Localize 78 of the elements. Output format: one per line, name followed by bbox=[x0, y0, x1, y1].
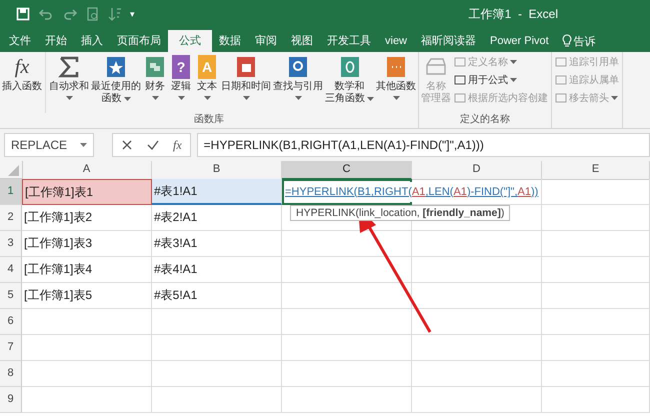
ribbon-menu-button[interactable]: 用于公式 bbox=[454, 73, 548, 87]
row-header[interactable]: 5 bbox=[0, 283, 22, 309]
row-header[interactable]: 1 bbox=[0, 179, 22, 205]
insert-function-button[interactable]: fx bbox=[173, 138, 182, 152]
small-tool-icon bbox=[555, 92, 567, 104]
ribbon-tab[interactable]: view bbox=[378, 30, 414, 52]
ribbon-tab[interactable]: 福昕阅读器 bbox=[414, 30, 484, 52]
ribbon-button[interactable]: A 文本 bbox=[194, 52, 220, 113]
small-tool-icon bbox=[454, 56, 466, 68]
star-book-icon bbox=[104, 55, 128, 79]
table-cell: #表5!A1 bbox=[152, 283, 282, 309]
letter-book-icon: A bbox=[198, 55, 216, 79]
column-header[interactable]: D bbox=[412, 161, 542, 180]
undo-icon[interactable] bbox=[38, 7, 54, 21]
ribbon-button[interactable]: 查找与引用 bbox=[272, 52, 324, 113]
row-header[interactable]: 2 bbox=[0, 205, 22, 231]
ribbon-tab[interactable]: 视图 bbox=[284, 30, 320, 52]
active-cell[interactable] bbox=[282, 179, 412, 205]
table-cell: #表1!A1 bbox=[152, 179, 282, 205]
ribbon-tab[interactable]: 开发工具 bbox=[320, 30, 378, 52]
small-tool-icon bbox=[555, 74, 567, 86]
function-tooltip: HYPERLINK(link_location, [friendly_name]) bbox=[290, 205, 510, 221]
ribbon-button[interactable]: ? 逻辑 bbox=[168, 52, 194, 113]
ribbon-button[interactable]: 数学和 三角函数 bbox=[324, 52, 375, 113]
ribbon-tab[interactable]: Power Pivot bbox=[483, 30, 556, 52]
ribbon-button[interactable]: 其他函数 bbox=[375, 52, 417, 113]
row-header[interactable]: 4 bbox=[0, 257, 22, 283]
row-header[interactable]: 6 bbox=[0, 309, 22, 335]
column-header[interactable]: E bbox=[542, 161, 650, 180]
print-preview-icon[interactable] bbox=[86, 7, 100, 21]
formula-field[interactable]: =HYPERLINK(B1,RIGHT(A1,LEN(A1)-FIND("]",A1))) bbox=[196, 133, 650, 157]
table-cell: #表2!A1 bbox=[152, 205, 282, 231]
table-cell: #表3!A1 bbox=[152, 231, 282, 257]
table-cell: [工作簿1]表5 bbox=[22, 283, 152, 309]
sigma-icon bbox=[57, 55, 81, 79]
dots-book-icon bbox=[384, 55, 408, 79]
lightbulb-icon bbox=[562, 34, 572, 48]
table-cell: [工作簿1]表2 bbox=[22, 205, 152, 231]
ribbon-button[interactable]: 财务 bbox=[142, 52, 168, 113]
redo-icon[interactable] bbox=[62, 7, 78, 21]
cell-formula-text[interactable]: =HYPERLINK(B1,RIGHT(A1,LEN(A1)-FIND("]",A1)) bbox=[285, 182, 538, 202]
table-cell: [工作簿1]表3 bbox=[22, 231, 152, 257]
small-tool-icon bbox=[555, 56, 567, 68]
ribbon-tab[interactable]: 插入 bbox=[74, 30, 110, 52]
customize-menu-button[interactable]: ▾ bbox=[130, 9, 135, 19]
ribbon-tab[interactable]: 页面布局 bbox=[110, 30, 168, 52]
ribbon-tab[interactable]: 公式 bbox=[168, 30, 212, 52]
cancel-icon[interactable] bbox=[121, 139, 133, 151]
table-cell: [工作簿1]表4 bbox=[22, 257, 152, 283]
small-tool-icon bbox=[454, 92, 466, 104]
table-cell: [工作簿1]表1 bbox=[22, 179, 152, 205]
column-header[interactable]: C bbox=[282, 161, 412, 180]
sort-icon[interactable] bbox=[108, 7, 122, 21]
table-cell: #表4!A1 bbox=[152, 257, 282, 283]
row-header[interactable]: 8 bbox=[0, 361, 22, 387]
ribbon-tab[interactable]: 开始 bbox=[38, 30, 74, 52]
ribbon-tab[interactable]: 审阅 bbox=[248, 30, 284, 52]
window-title: 工作簿1 - Excel bbox=[468, 6, 558, 22]
caret-icon bbox=[80, 143, 87, 147]
row-header[interactable]: 3 bbox=[0, 231, 22, 257]
row-header[interactable]: 7 bbox=[0, 335, 22, 361]
ribbon-button[interactable]: 自动求和 bbox=[48, 52, 90, 113]
group-label: 定义的名称 bbox=[459, 113, 511, 127]
ribbon-button[interactable]: 最近使用的 函数 bbox=[90, 52, 142, 113]
ribbon-tab[interactable]: 文件 bbox=[2, 30, 38, 52]
save-icon[interactable] bbox=[16, 7, 30, 21]
ribbon-button[interactable]: 日期和时间 bbox=[220, 52, 272, 113]
book-icon bbox=[143, 55, 167, 79]
row-header[interactable]: 9 bbox=[0, 387, 22, 413]
ribbon-button[interactable]: fx 插入函数 bbox=[1, 52, 46, 113]
small-tool-icon bbox=[454, 74, 466, 86]
tell-me-button[interactable]: 告诉 bbox=[556, 30, 596, 52]
function-icon: fx bbox=[10, 55, 34, 79]
checkmark-icon[interactable] bbox=[147, 139, 159, 151]
question-book-icon: ? bbox=[172, 55, 190, 79]
name-box[interactable]: REPLACE bbox=[4, 133, 94, 157]
group-label: 函数库 bbox=[193, 113, 225, 127]
ribbon-tab[interactable]: 数据 bbox=[212, 30, 248, 52]
